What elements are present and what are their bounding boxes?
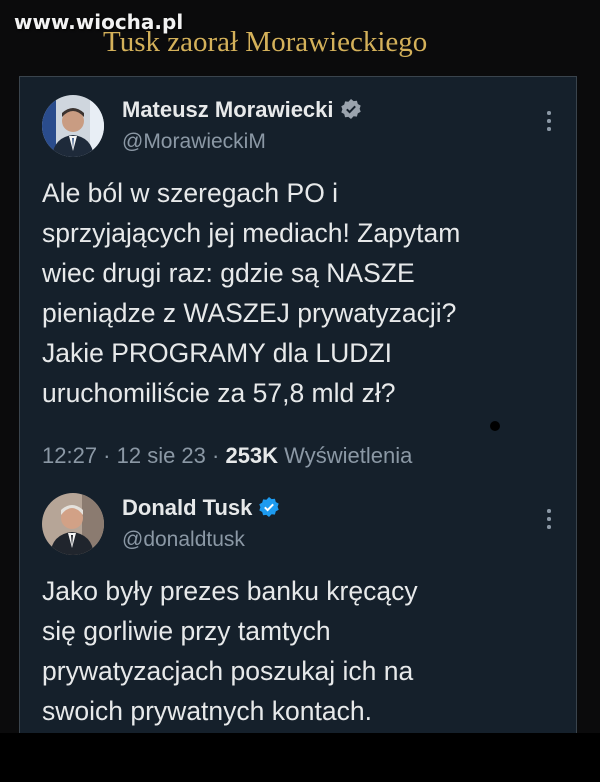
watermark: www.wiocha.pl [14, 10, 184, 34]
avatar[interactable] [42, 493, 104, 555]
bottom-black-bar [0, 733, 600, 782]
avatar[interactable] [42, 95, 104, 157]
view-count: 253K [225, 443, 279, 468]
author-handle[interactable]: @MorawieckiM [122, 130, 266, 154]
image-artifact-dot [490, 421, 500, 431]
author-handle[interactable]: @donaldtusk [122, 528, 245, 552]
tweet-thread-card: Mateusz Morawiecki @MorawieckiM Ale ból … [19, 76, 577, 736]
tweet-meta: 12:27 · 12 sie 23 · 253K Wyświetlenia [42, 443, 412, 469]
verified-badge-icon [259, 497, 280, 517]
tweet-timestamp[interactable]: 12:27 · 12 sie 23 · [42, 443, 225, 468]
verified-badge-icon [340, 99, 361, 119]
tweet-text: Jako były prezes banku kręcący się gorli… [42, 576, 418, 726]
more-options-icon[interactable] [546, 509, 552, 533]
tweet-text: Ale ból w szeregach PO i sprzyjających j… [42, 178, 461, 408]
more-options-icon[interactable] [546, 111, 552, 135]
author-name[interactable]: Donald Tusk [122, 495, 280, 521]
author-name[interactable]: Mateusz Morawiecki [122, 97, 362, 123]
views-label: Wyświetlenia [278, 443, 413, 468]
